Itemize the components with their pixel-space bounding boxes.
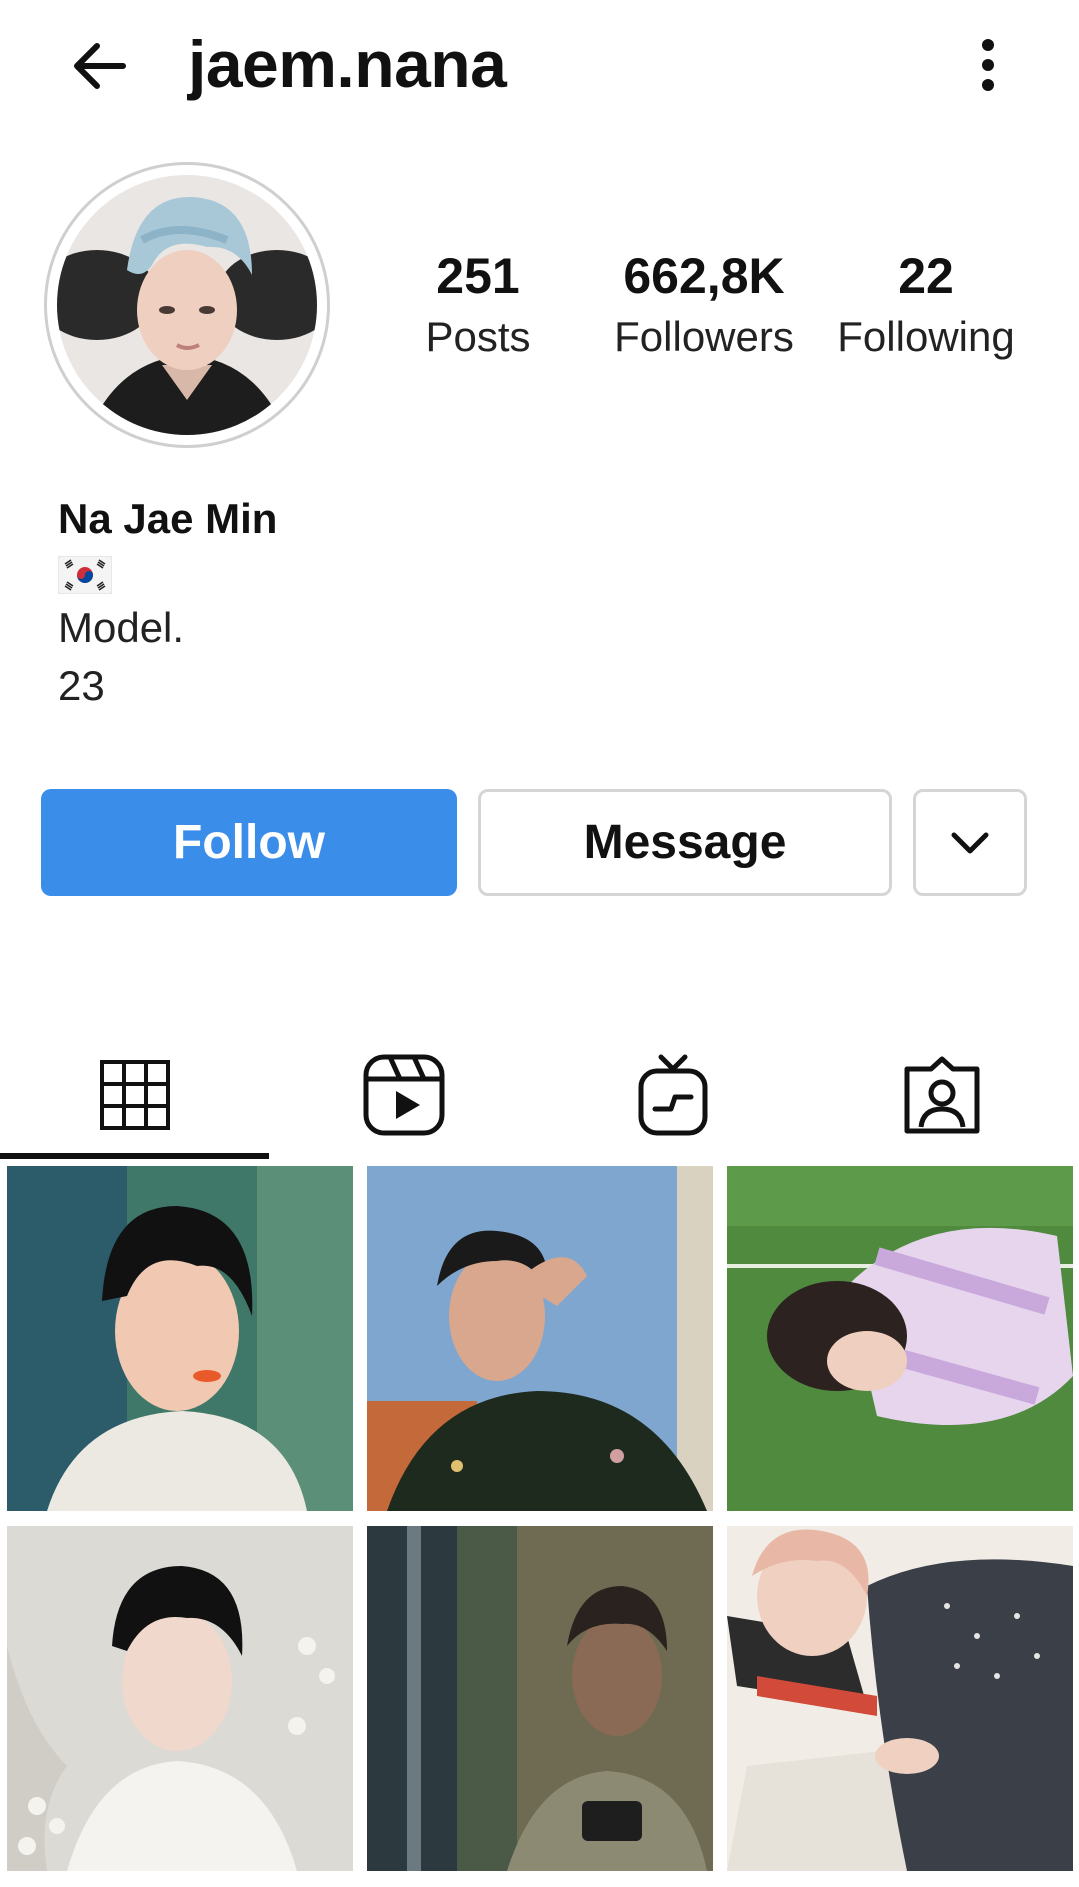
followers-count: 662,8K [623,248,785,304]
tab-reels[interactable] [269,1030,538,1160]
bio-line-1: Model. [58,604,185,651]
posts-count: 251 [436,248,520,304]
top-bar: jaem.nana [0,0,1079,130]
following-stat[interactable]: 22 Following [826,246,1026,368]
profile-name: Na Jae Min [58,495,278,542]
profile-username: jaem.nana [188,27,507,101]
post-thumbnail[interactable] [727,1166,1073,1511]
arrow-left-icon [74,43,126,89]
avatar-ring[interactable] [44,162,330,448]
posts-stat[interactable]: 251 Posts [418,246,538,368]
posts-label: Posts [425,313,531,360]
igtv-icon [638,1054,707,1136]
south-korea-flag-icon [57,555,113,595]
post-thumbnail[interactable] [367,1526,713,1871]
active-tab-indicator [0,1153,269,1159]
bio-line-2: 23 [58,662,105,709]
avatar [57,175,317,435]
tab-posts-grid[interactable] [0,1030,269,1160]
tab-tagged[interactable] [807,1030,1076,1160]
followers-label: Followers [614,313,794,360]
message-button[interactable]: Message [478,789,892,896]
reels-icon [363,1054,444,1136]
follow-button[interactable]: Follow [41,789,457,896]
following-label: Following [837,313,1015,360]
tagged-icon [904,1056,979,1134]
post-thumbnail[interactable] [7,1526,353,1871]
post-thumbnail[interactable] [7,1166,353,1511]
tab-igtv[interactable] [538,1030,807,1160]
following-count: 22 [898,248,954,304]
grid-icon [99,1060,170,1130]
back-button[interactable] [62,28,138,104]
profile-bio: Na Jae Min Model. 23 [57,492,278,715]
post-thumbnail[interactable] [727,1526,1073,1871]
suggested-dropdown-button[interactable] [913,789,1027,896]
post-thumbnail[interactable] [367,1166,713,1511]
more-options-button[interactable] [968,30,1008,100]
chevron-down-icon [951,832,989,853]
more-vertical-icon [982,39,994,91]
profile-tabs [0,1030,1079,1160]
followers-stat[interactable]: 662,8K Followers [604,246,804,368]
